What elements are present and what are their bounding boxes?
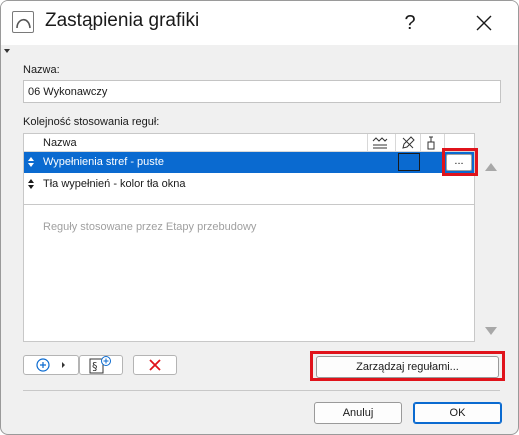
rule-options-button[interactable]: ... bbox=[446, 154, 472, 171]
rule-row-selected[interactable]: Wypełnienia stref - puste ... bbox=[24, 152, 474, 173]
help-button[interactable]: ? bbox=[387, 1, 433, 45]
pen-override-icon bbox=[400, 136, 416, 150]
cancel-button[interactable]: Anuluj bbox=[314, 402, 402, 424]
name-label: Nazwa: bbox=[23, 64, 60, 76]
rule-row-name: Tła wypełnień - kolor tła okna bbox=[43, 178, 186, 190]
add-rule-set-button[interactable]: § bbox=[79, 355, 123, 375]
delete-rule-button[interactable] bbox=[133, 355, 177, 375]
delete-x-icon bbox=[149, 359, 161, 371]
rules-order-label: Kolejność stosowania reguł: bbox=[23, 116, 160, 128]
column-separator bbox=[444, 134, 445, 152]
paint-brush-icon bbox=[423, 136, 439, 150]
rule-row[interactable]: Tła wypełnień - kolor tła okna bbox=[24, 174, 474, 195]
title-bar: Zastąpienia grafiki ? bbox=[1, 1, 518, 45]
column-separator bbox=[395, 134, 396, 152]
column-separator bbox=[367, 134, 368, 152]
fill-color-swatch[interactable] bbox=[398, 153, 420, 171]
rule-row-name: Wypełnienia stref - puste bbox=[43, 156, 164, 168]
move-down-arrow-icon[interactable] bbox=[485, 327, 497, 335]
column-separator bbox=[420, 134, 421, 152]
ok-button[interactable]: OK bbox=[413, 402, 502, 424]
column-header-name: Nazwa bbox=[43, 137, 77, 149]
rules-list-header: Nazwa bbox=[24, 134, 474, 152]
dialog-title: Zastąpienia grafiki bbox=[45, 10, 200, 31]
fill-pattern-icon bbox=[372, 136, 388, 150]
archicad-app-icon bbox=[12, 11, 34, 33]
renovation-divider bbox=[24, 204, 474, 205]
section-add-icon: § bbox=[89, 356, 111, 374]
graphic-overrides-dialog: Zastąpienia grafiki ? Nazwa: Kolejność s… bbox=[0, 0, 519, 435]
renovation-rules-note: Reguły stosowane przez Etapy przebudowy bbox=[43, 221, 257, 233]
add-rule-button[interactable] bbox=[23, 355, 79, 375]
move-up-arrow-icon[interactable] bbox=[485, 163, 497, 171]
name-input[interactable] bbox=[23, 80, 501, 103]
add-circle-icon bbox=[36, 358, 65, 372]
close-button[interactable] bbox=[461, 1, 507, 45]
close-icon bbox=[476, 15, 492, 31]
footer-divider bbox=[23, 390, 500, 391]
drag-handle-icon[interactable] bbox=[27, 177, 35, 191]
rules-list: Nazwa Wypełnienia stref - puste ... Tła … bbox=[23, 133, 475, 342]
svg-text:§: § bbox=[92, 360, 98, 373]
manage-rules-button[interactable]: Zarządzaj regułami... bbox=[316, 356, 499, 378]
drag-handle-icon[interactable] bbox=[27, 155, 35, 169]
collapse-arrow-icon[interactable] bbox=[4, 49, 10, 53]
